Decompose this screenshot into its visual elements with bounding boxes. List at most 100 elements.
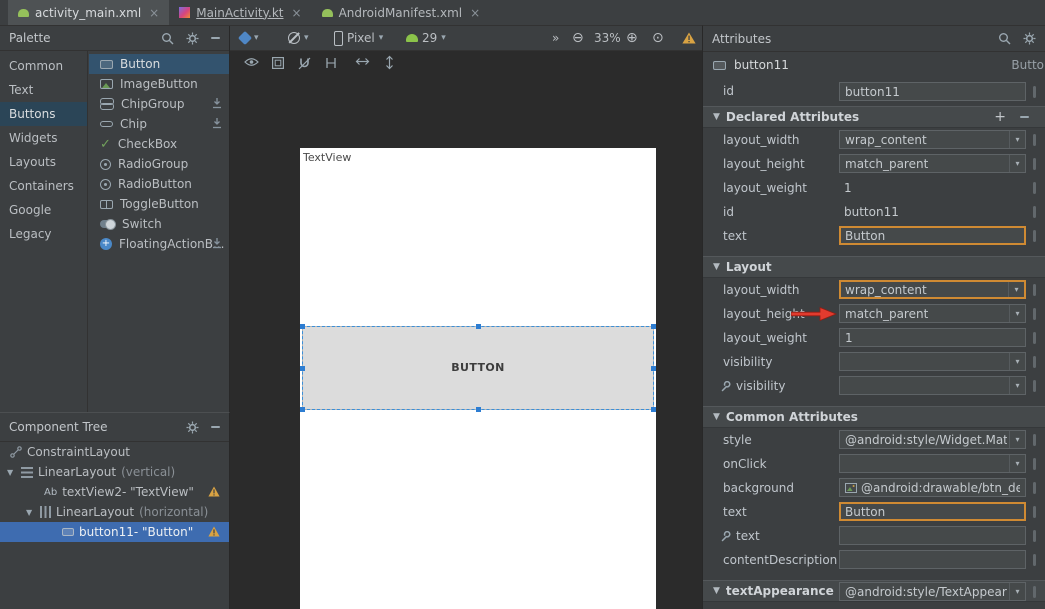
tools-text-input[interactable]: [839, 526, 1026, 545]
pin-indicator[interactable]: [1033, 434, 1036, 446]
tree-item-linearlayout-horizontal[interactable]: ▼ LinearLayout (horizontal): [0, 502, 229, 522]
canvas-textview-widget[interactable]: TextView: [303, 151, 351, 164]
close-icon[interactable]: ×: [149, 6, 159, 20]
pack-vertical-button[interactable]: [385, 55, 394, 70]
zoom-to-fit-button[interactable]: ⊙: [652, 26, 664, 50]
background-input[interactable]: @android:drawable/btn_defau: [839, 478, 1026, 497]
section-common-attributes[interactable]: ▼ Common Attributes: [703, 406, 1045, 428]
default-margins-button[interactable]: [325, 57, 337, 69]
style-combo[interactable]: @android:style/Widget.Mat ▾: [839, 430, 1026, 449]
chevron-down-icon[interactable]: ▾: [1009, 131, 1025, 148]
chevron-down-icon[interactable]: ▾: [1009, 377, 1025, 394]
search-icon[interactable]: [998, 32, 1011, 45]
layout-weight-input[interactable]: 1: [839, 328, 1026, 347]
pin-indicator[interactable]: [1033, 86, 1036, 98]
canvas-button-widget[interactable]: BUTTON: [302, 326, 654, 410]
pin-indicator[interactable]: [1033, 134, 1036, 146]
palette-category-legacy[interactable]: Legacy: [0, 222, 87, 246]
layout-width-combo[interactable]: wrap_content ▾: [839, 130, 1026, 149]
attr-value[interactable]: 1: [844, 181, 852, 195]
layout-width-combo[interactable]: wrap_content ▾: [839, 280, 1026, 299]
palette-item-chipgroup[interactable]: ChipGroup: [89, 94, 229, 114]
orientation-selector[interactable]: ▾: [288, 26, 309, 50]
chevron-down-icon[interactable]: ▼: [7, 468, 16, 477]
pin-indicator[interactable]: [1033, 458, 1036, 470]
resize-handle[interactable]: [300, 324, 305, 329]
resize-handle[interactable]: [651, 407, 656, 412]
chevron-down-icon[interactable]: ▾: [1009, 455, 1025, 472]
pin-indicator[interactable]: [1033, 332, 1036, 344]
download-icon[interactable]: [212, 118, 222, 129]
pin-indicator[interactable]: [1033, 380, 1036, 392]
pin-indicator[interactable]: [1033, 586, 1036, 598]
pin-indicator[interactable]: [1033, 308, 1036, 320]
pin-indicator[interactable]: [1033, 506, 1036, 518]
section-declared-attributes[interactable]: ▼ Declared Attributes +: [703, 106, 1045, 128]
tree-item-textview2[interactable]: Ab textView2- "TextView": [0, 482, 229, 502]
palette-category-common[interactable]: Common: [0, 54, 87, 78]
onclick-combo[interactable]: ▾: [839, 454, 1026, 473]
id-input[interactable]: button11: [839, 82, 1026, 101]
palette-item-radiogroup[interactable]: RadioGroup: [89, 154, 229, 174]
close-icon[interactable]: ×: [292, 6, 302, 20]
minimize-icon[interactable]: [211, 37, 220, 39]
resize-handle[interactable]: [476, 324, 481, 329]
pin-indicator[interactable]: [1033, 230, 1036, 242]
download-icon[interactable]: [212, 238, 222, 249]
palette-category-containers[interactable]: Containers: [0, 174, 87, 198]
palette-item-switch[interactable]: Switch: [89, 214, 229, 234]
chevron-down-icon[interactable]: ▾: [1009, 353, 1025, 370]
pin-indicator[interactable]: [1033, 356, 1036, 368]
tab-activity-main-xml[interactable]: activity_main.xml ×: [8, 0, 169, 25]
zoom-out-button[interactable]: ⊖: [572, 26, 584, 50]
palette-category-google[interactable]: Google: [0, 198, 87, 222]
resize-handle[interactable]: [651, 366, 656, 371]
tab-mainactivity-kt[interactable]: MainActivity.kt ×: [169, 0, 311, 25]
device-selector[interactable]: Pixel ▾: [334, 26, 383, 50]
chevron-down-icon[interactable]: ▾: [1009, 305, 1025, 322]
palette-category-widgets[interactable]: Widgets: [0, 126, 87, 150]
pin-indicator[interactable]: [1033, 530, 1036, 542]
tab-androidmanifest-xml[interactable]: AndroidManifest.xml ×: [312, 0, 491, 25]
text-input[interactable]: Button: [839, 502, 1026, 521]
section-layout[interactable]: ▼ Layout: [703, 256, 1045, 278]
overflow-chevrons[interactable]: »: [552, 26, 559, 50]
chevron-down-icon[interactable]: ▾: [1009, 155, 1025, 172]
remove-attribute-button[interactable]: [1020, 116, 1029, 118]
minimize-icon[interactable]: [211, 426, 220, 428]
palette-category-layouts[interactable]: Layouts: [0, 150, 87, 174]
resize-handle[interactable]: [300, 407, 305, 412]
gear-icon[interactable]: [186, 32, 199, 45]
autoconnect-off-button[interactable]: [298, 57, 311, 70]
design-surface-selector[interactable]: ▾: [240, 26, 259, 50]
view-options-button[interactable]: [244, 57, 259, 67]
clear-constraints-button[interactable]: [355, 57, 370, 66]
palette-item-chip[interactable]: Chip: [89, 114, 229, 134]
zoom-in-button[interactable]: ⊕: [626, 26, 638, 50]
textappearance-combo[interactable]: @android:style/TextAppear ▾: [839, 582, 1026, 601]
palette-category-buttons[interactable]: Buttons: [0, 102, 87, 126]
pin-indicator[interactable]: [1033, 554, 1036, 566]
add-attribute-button[interactable]: +: [994, 110, 1006, 124]
chevron-down-icon[interactable]: ▼: [26, 508, 35, 517]
chevron-down-icon[interactable]: ▾: [1009, 583, 1025, 600]
design-canvas[interactable]: TextView BUTTON: [300, 148, 656, 609]
palette-item-button[interactable]: Button: [89, 54, 229, 74]
warnings-button[interactable]: [682, 26, 696, 50]
resize-handle[interactable]: [651, 324, 656, 329]
tools-visibility-combo[interactable]: ▾: [839, 376, 1026, 395]
tree-item-linearlayout-vertical[interactable]: ▼ LinearLayout (vertical): [0, 462, 229, 482]
layout-height-combo[interactable]: match_parent ▾: [839, 154, 1026, 173]
layout-height-combo[interactable]: match_parent ▾: [839, 304, 1026, 323]
close-icon[interactable]: ×: [470, 6, 480, 20]
visibility-combo[interactable]: ▾: [839, 352, 1026, 371]
text-input[interactable]: Button: [839, 226, 1026, 245]
chevron-down-icon[interactable]: ▾: [1009, 431, 1025, 448]
api-level-selector[interactable]: 29 ▾: [406, 26, 446, 50]
palette-item-imagebutton[interactable]: ImageButton: [89, 74, 229, 94]
section-textappearance[interactable]: ▼ textAppearance @android:style/TextAppe…: [703, 580, 1045, 602]
palette-item-radiobutton[interactable]: RadioButton: [89, 174, 229, 194]
tree-item-constraintlayout[interactable]: ConstraintLayout: [0, 442, 229, 462]
search-icon[interactable]: [161, 32, 174, 45]
resize-handle[interactable]: [300, 366, 305, 371]
